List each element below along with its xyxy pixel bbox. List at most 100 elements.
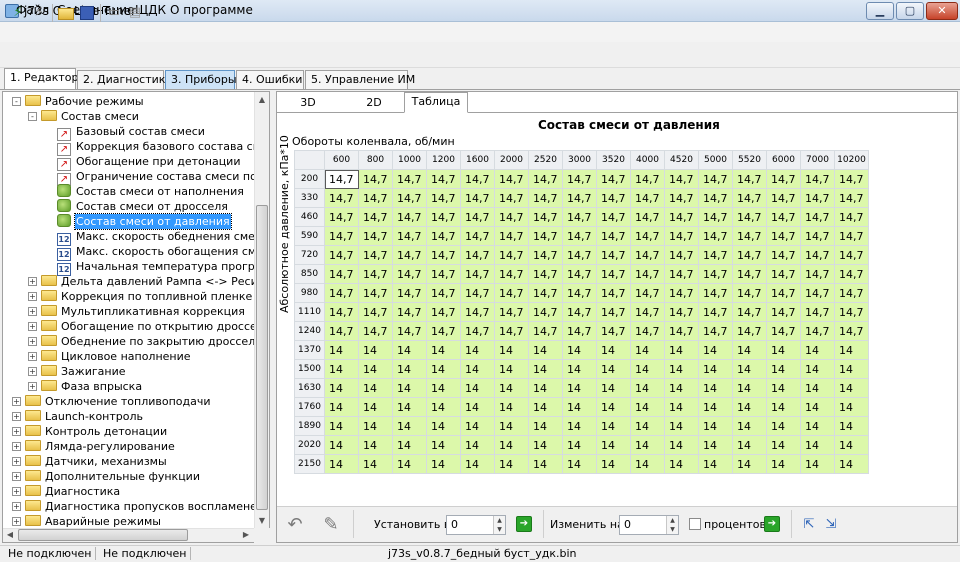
minimize-button[interactable]: ▁ bbox=[866, 2, 894, 20]
table-cell[interactable]: 14 bbox=[800, 397, 835, 417]
table-cell[interactable]: 14,7 bbox=[766, 264, 801, 284]
chip-write-icon[interactable]: ▤ bbox=[127, 5, 143, 21]
tab-actuators[interactable]: 5. Управление ИМ bbox=[305, 70, 415, 89]
table-cell[interactable]: 14 bbox=[562, 416, 597, 436]
tree-item[interactable]: Дельта давлений Рампа <-> Ресивер bbox=[41, 274, 269, 289]
table-cell[interactable]: 14,7 bbox=[358, 302, 393, 322]
table-cell[interactable]: 14,7 bbox=[732, 321, 767, 341]
table-cell[interactable]: 14,7 bbox=[426, 264, 461, 284]
tree-item[interactable]: 12 Макс. скорость обогащения смес bbox=[57, 244, 269, 261]
table-cell[interactable]: 14,7 bbox=[664, 245, 699, 265]
table-cell[interactable]: 14,7 bbox=[392, 188, 427, 208]
table-cell[interactable]: 14 bbox=[766, 359, 801, 379]
table-cell[interactable]: 14,7 bbox=[358, 245, 393, 265]
table-cell[interactable]: 14,7 bbox=[460, 188, 495, 208]
table-cell[interactable]: 14 bbox=[324, 397, 359, 417]
table-cell[interactable]: 14,7 bbox=[732, 283, 767, 303]
menu-about[interactable]: О программе bbox=[170, 3, 253, 17]
table-cell[interactable]: 14,7 bbox=[358, 207, 393, 227]
table-cell[interactable]: 14 bbox=[630, 416, 665, 436]
table-cell[interactable]: 14,7 bbox=[698, 264, 733, 284]
table-cell[interactable]: 14,7 bbox=[596, 302, 631, 322]
percent-checkbox[interactable] bbox=[689, 518, 701, 530]
table-cell[interactable]: 14 bbox=[562, 359, 597, 379]
table-cell[interactable]: 14,7 bbox=[698, 226, 733, 246]
table-cell[interactable]: 14 bbox=[562, 435, 597, 455]
connect-icon[interactable]: ⚡ bbox=[10, 5, 26, 21]
tree-item[interactable]: Цикловое наполнение bbox=[41, 349, 192, 364]
table-cell[interactable]: 14 bbox=[494, 397, 529, 417]
table-cell[interactable]: 14 bbox=[494, 435, 529, 455]
table-cell[interactable]: 14,7 bbox=[834, 302, 869, 322]
table-cell[interactable]: 14,7 bbox=[732, 188, 767, 208]
stepper-arrows-icon[interactable]: ▲ ▼ bbox=[493, 516, 505, 534]
table-cell[interactable]: 14 bbox=[800, 340, 835, 360]
tab-editor[interactable]: 1. Редактор bbox=[4, 68, 79, 90]
tree-item[interactable]: Контроль детонации bbox=[25, 424, 168, 439]
table-cell[interactable]: 14,7 bbox=[528, 245, 563, 265]
tab-errors[interactable]: 4. Ошибки bbox=[236, 70, 304, 89]
table-cell[interactable]: 14,7 bbox=[630, 207, 665, 227]
stepper-arrows-icon[interactable]: ▲ ▼ bbox=[666, 516, 678, 534]
table-cell[interactable]: 14,7 bbox=[800, 264, 835, 284]
table-cell[interactable]: 14,7 bbox=[630, 321, 665, 341]
table-cell[interactable]: 14,7 bbox=[494, 207, 529, 227]
table-cell[interactable]: 14,7 bbox=[324, 207, 359, 227]
table-cell[interactable]: 14,7 bbox=[392, 226, 427, 246]
table-cell[interactable]: 14 bbox=[596, 340, 631, 360]
save-icon[interactable] bbox=[80, 6, 94, 20]
table-cell[interactable]: 14 bbox=[426, 416, 461, 436]
table-cell[interactable]: 14,7 bbox=[562, 321, 597, 341]
table-cell[interactable]: 14,7 bbox=[494, 245, 529, 265]
tree-item[interactable]: Датчики, механизмы bbox=[25, 454, 168, 469]
table-cell[interactable]: 14 bbox=[324, 435, 359, 455]
brush-icon[interactable]: ✎ bbox=[320, 514, 342, 536]
table-cell[interactable]: 14,7 bbox=[766, 283, 801, 303]
table-cell[interactable]: 14 bbox=[528, 359, 563, 379]
table-cell[interactable]: 14 bbox=[664, 454, 699, 474]
table-cell[interactable]: 14,7 bbox=[562, 245, 597, 265]
tree-expander-icon[interactable]: + bbox=[28, 292, 37, 301]
table-cell[interactable]: 14,7 bbox=[698, 188, 733, 208]
table-cell[interactable]: 14,7 bbox=[426, 169, 461, 189]
table-cell[interactable]: 14 bbox=[698, 397, 733, 417]
table-cell[interactable]: 14,7 bbox=[834, 188, 869, 208]
close-button[interactable]: ✕ bbox=[926, 2, 958, 20]
table-cell[interactable]: 14,7 bbox=[528, 226, 563, 246]
table-cell[interactable]: 14 bbox=[426, 340, 461, 360]
table-cell[interactable]: 14 bbox=[732, 435, 767, 455]
change-by-input[interactable]: 0 bbox=[624, 518, 631, 531]
table-cell[interactable]: 14,7 bbox=[630, 245, 665, 265]
table-cell[interactable]: 14 bbox=[596, 435, 631, 455]
table-cell[interactable]: 14 bbox=[528, 454, 563, 474]
table-cell[interactable]: 14,7 bbox=[528, 169, 563, 189]
tree-expander-icon[interactable]: + bbox=[28, 277, 37, 286]
table-cell[interactable]: 14,7 bbox=[392, 321, 427, 341]
tab-table[interactable]: Таблица bbox=[404, 92, 468, 113]
tree-item[interactable]: Обогащение по открытию дросселя bbox=[41, 319, 269, 334]
tree-item[interactable]: Диагностика bbox=[25, 484, 121, 499]
tree-item[interactable]: ↗ Ограничение состава смеси по т bbox=[57, 169, 268, 186]
table-cell[interactable]: 14 bbox=[596, 359, 631, 379]
tree-item[interactable]: Диагностика пропусков воспламенения bbox=[25, 499, 269, 514]
tree-item[interactable]: Лямда-регулирование bbox=[25, 439, 176, 454]
table-cell[interactable]: 14 bbox=[766, 340, 801, 360]
table-cell[interactable]: 14,7 bbox=[766, 207, 801, 227]
table-cell[interactable]: 14,7 bbox=[494, 169, 529, 189]
table-cell[interactable]: 14,7 bbox=[596, 321, 631, 341]
table-cell[interactable]: 14,7 bbox=[664, 321, 699, 341]
table-cell[interactable]: 14,7 bbox=[664, 264, 699, 284]
table-cell[interactable]: 14 bbox=[834, 378, 869, 398]
table-cell[interactable]: 14,7 bbox=[460, 302, 495, 322]
chip-read-icon[interactable]: ▭ bbox=[106, 5, 122, 21]
table-cell[interactable]: 14 bbox=[392, 340, 427, 360]
open-folder-icon[interactable] bbox=[58, 8, 74, 20]
tree-item[interactable]: Launch-контроль bbox=[25, 409, 144, 424]
table-cell[interactable]: 14 bbox=[528, 435, 563, 455]
tree-item[interactable]: Дополнительные функции bbox=[25, 469, 201, 484]
scroll-up-icon[interactable]: ▲ bbox=[256, 94, 268, 106]
table-cell[interactable]: 14,7 bbox=[392, 207, 427, 227]
table-cell[interactable]: 14 bbox=[766, 435, 801, 455]
table-cell[interactable]: 14,7 bbox=[460, 226, 495, 246]
table-cell[interactable]: 14 bbox=[358, 435, 393, 455]
